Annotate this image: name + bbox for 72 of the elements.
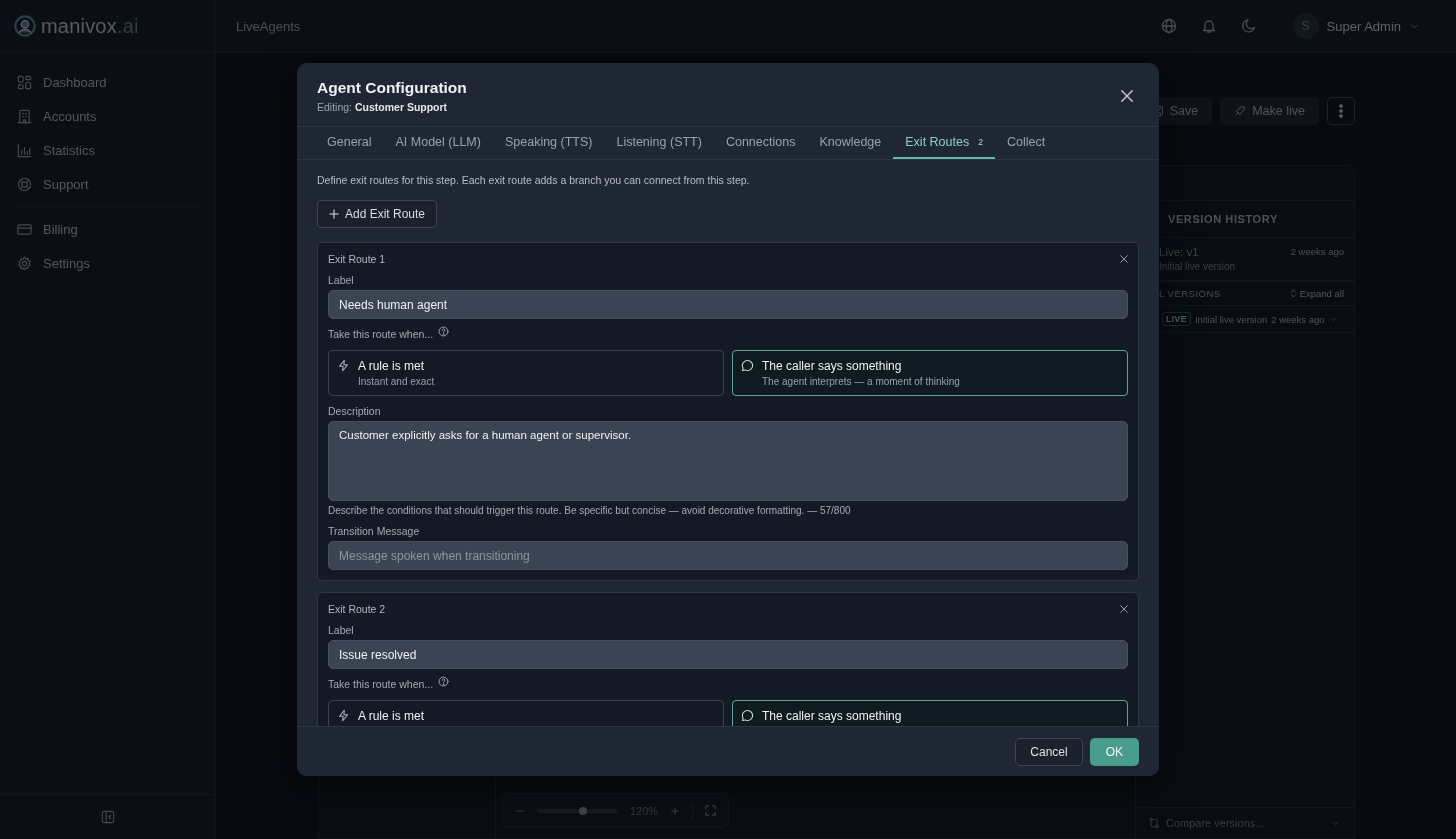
ok-button[interactable]: OK [1089, 737, 1139, 766]
bar-chart-icon [17, 142, 32, 158]
expand-icon [1289, 289, 1297, 298]
speech-bubble-icon [741, 709, 754, 722]
add-exit-route-button[interactable]: Add Exit Route [317, 200, 438, 228]
live-version-name: Live: v1 [1159, 246, 1200, 258]
option-hint: The agent interprets — a moment of thinking [762, 376, 960, 387]
field-label: Label [328, 624, 355, 636]
tab[interactable]: Exit Routes 2 [893, 127, 995, 159]
option-title: A rule is met [358, 709, 425, 723]
tab[interactable]: Speaking (TTS) [492, 127, 605, 159]
label-input[interactable]: Issue resolved [328, 640, 1128, 669]
cancel-button[interactable]: Cancel [1015, 737, 1083, 766]
dialog-title: Agent Configuration [317, 79, 467, 97]
help-icon[interactable] [438, 676, 450, 687]
version-time: 2 weeks ago [1271, 313, 1325, 325]
more-button[interactable] [1327, 97, 1355, 125]
help-icon[interactable] [438, 326, 450, 337]
close-icon[interactable] [1120, 605, 1128, 613]
close-icon[interactable] [1120, 89, 1134, 103]
logo-icon [14, 15, 36, 37]
route-title: Exit Route 2 [328, 603, 386, 615]
condition-option[interactable]: The caller says something [732, 700, 1128, 726]
live-badge: LIVE [1162, 312, 1191, 326]
fullscreen-icon[interactable] [705, 805, 717, 816]
building-icon [17, 108, 32, 124]
version-time: 2 weeks ago [1290, 246, 1344, 259]
field-hint: Describe the conditions that should trigger this route. Be specific but concise — avoid decorative formatting. — 57/800 [328, 505, 852, 516]
transition-message-input[interactable]: Message spoken when transitioning [328, 541, 1128, 570]
speech-bubble-icon [741, 359, 754, 372]
user-name: Super Admin [1326, 18, 1401, 34]
tab-count: 2 [978, 137, 983, 147]
option-title: A rule is met [358, 359, 426, 373]
field-label: Description [328, 405, 382, 417]
condition-option[interactable]: A rule is met Instant and exact [328, 350, 724, 396]
collapse-sidebar-icon[interactable] [100, 810, 115, 824]
description-textarea[interactable]: Customer explicitly asks for a human agent or supervisor. [328, 421, 1128, 501]
settings-icon [17, 255, 32, 271]
credit-card-icon [17, 221, 32, 237]
tab[interactable]: Listening (STT) [604, 127, 714, 159]
field-label: Take this route when... [328, 328, 434, 340]
tab[interactable]: Knowledge [807, 127, 894, 159]
tab[interactable]: Connections [713, 127, 808, 159]
condition-option[interactable]: The caller says something The agent interprets — a moment of thinking [732, 350, 1128, 396]
bell-icon[interactable] [1200, 18, 1217, 34]
more-icon [1339, 104, 1343, 118]
globe-icon[interactable] [1160, 18, 1177, 34]
dialog-subtitle: Editing: Customer Support [317, 101, 449, 113]
lightning-icon [337, 359, 350, 372]
tab[interactable]: Collect [994, 127, 1058, 159]
option-title: The caller says something [762, 709, 902, 723]
tab[interactable]: AI Model (LLM) [383, 127, 493, 159]
tab[interactable]: General [315, 127, 384, 159]
option-hint: Instant and exact [358, 376, 435, 387]
zoom-in-icon[interactable] [670, 805, 681, 816]
intro-text: Define exit routes for this step. Each exit route adds a branch you can connect from this step. [317, 174, 751, 186]
label-input[interactable]: Needs human agent [328, 290, 1128, 319]
route-title: Exit Route 1 [328, 253, 386, 265]
version-note: Initial live version [1194, 313, 1268, 325]
field-label: Transition Message [328, 525, 421, 537]
field-label: Take this route when... [328, 678, 434, 690]
compare-icon [1148, 817, 1160, 829]
zoom-slider-thumb[interactable] [579, 806, 588, 815]
plus-icon [329, 209, 339, 219]
lifebuoy-icon [17, 176, 32, 192]
close-icon[interactable] [1120, 255, 1128, 263]
lightning-icon [337, 709, 350, 722]
grid-icon [17, 74, 32, 90]
moon-icon[interactable] [1240, 18, 1257, 34]
option-title: The caller says something [762, 359, 903, 373]
rocket-icon [1234, 105, 1247, 117]
field-label: Label [328, 274, 355, 286]
